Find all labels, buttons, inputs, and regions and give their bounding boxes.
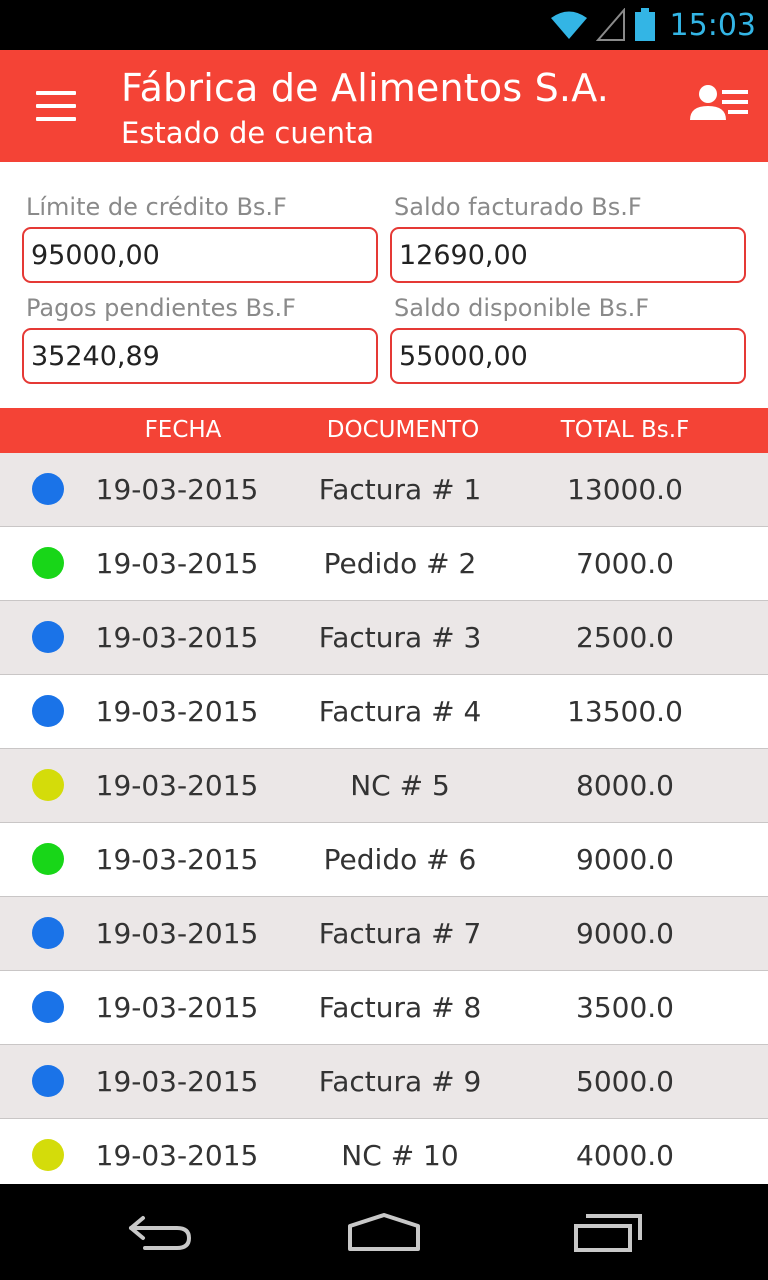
pending-payments-label: Pagos pendientes Bs.F: [26, 294, 296, 322]
row-document: Factura # 8: [318, 991, 482, 1024]
transactions-list[interactable]: 19-03-2015 Factura # 1 13000.0 19-03-201…: [0, 453, 768, 1184]
battery-icon: [634, 8, 655, 41]
table-row[interactable]: 19-03-2015 Factura # 7 9000.0: [0, 897, 768, 971]
recent-apps-icon: [574, 1214, 642, 1252]
status-dot: [32, 621, 64, 653]
column-header-date[interactable]: FECHA: [88, 408, 278, 453]
row-total: 7000.0: [576, 547, 674, 580]
home-icon: [348, 1213, 420, 1251]
row-document: Factura # 1: [318, 473, 482, 506]
status-dot: [32, 1139, 64, 1171]
column-header-document[interactable]: DOCUMENTO: [290, 408, 516, 453]
row-document: Pedido # 6: [323, 843, 477, 876]
back-icon: [129, 1216, 192, 1250]
pending-payments-field[interactable]: 35240,89: [22, 328, 378, 384]
credit-limit-field-group: Límite de crédito Bs.F 95000,00: [22, 187, 378, 283]
status-time: 15:03: [669, 7, 756, 43]
table-row[interactable]: 19-03-2015 Pedido # 2 7000.0: [0, 527, 768, 601]
app-bar: Fábrica de Alimentos S.A. Estado de cuen…: [0, 50, 768, 162]
row-date: 19-03-2015: [95, 843, 259, 876]
app-title: Fábrica de Alimentos S.A.: [121, 66, 610, 110]
profile-button[interactable]: [690, 84, 754, 132]
row-document: Factura # 4: [318, 695, 482, 728]
credit-limit-field[interactable]: 95000,00: [22, 227, 378, 283]
row-document: NC # 10: [341, 1139, 459, 1172]
row-document: Factura # 3: [318, 621, 482, 654]
row-date: 19-03-2015: [95, 695, 259, 728]
billed-balance-field-group: Saldo facturado Bs.F 12690,00: [390, 187, 746, 283]
status-dot: [32, 991, 64, 1023]
status-icons: 15:03: [550, 0, 756, 50]
billed-balance-field[interactable]: 12690,00: [390, 227, 746, 283]
table-row[interactable]: 19-03-2015 Factura # 1 13000.0: [0, 453, 768, 527]
row-date: 19-03-2015: [95, 991, 259, 1024]
row-total: 8000.0: [576, 769, 674, 802]
table-row[interactable]: 19-03-2015 NC # 5 8000.0: [0, 749, 768, 823]
row-date: 19-03-2015: [95, 473, 259, 506]
row-date: 19-03-2015: [95, 1139, 259, 1172]
home-button[interactable]: [336, 1202, 432, 1262]
status-dot: [32, 473, 64, 505]
row-total: 9000.0: [576, 843, 674, 876]
row-document: Factura # 7: [318, 917, 482, 950]
row-date: 19-03-2015: [95, 1065, 259, 1098]
status-bar: 15:03: [0, 0, 768, 50]
row-document: Pedido # 2: [323, 547, 477, 580]
row-date: 19-03-2015: [95, 917, 259, 950]
available-balance-label: Saldo disponible Bs.F: [394, 294, 650, 322]
row-total: 13500.0: [567, 695, 683, 728]
signal-icon: [595, 8, 625, 41]
row-document: Factura # 9: [318, 1065, 482, 1098]
column-header-total[interactable]: TOTAL Bs.F: [510, 408, 740, 453]
menu-button[interactable]: [24, 78, 88, 134]
account-summary: Límite de crédito Bs.F 95000,00 Saldo fa…: [0, 162, 768, 408]
table-row[interactable]: 19-03-2015 Factura # 9 5000.0: [0, 1045, 768, 1119]
row-date: 19-03-2015: [95, 769, 259, 802]
back-button[interactable]: [112, 1202, 208, 1262]
status-dot: [32, 1065, 64, 1097]
available-balance-field[interactable]: 55000,00: [390, 328, 746, 384]
status-dot: [32, 917, 64, 949]
row-total: 13000.0: [567, 473, 683, 506]
table-row[interactable]: 19-03-2015 Pedido # 6 9000.0: [0, 823, 768, 897]
status-dot: [32, 695, 64, 727]
available-balance-field-group: Saldo disponible Bs.F 55000,00: [390, 288, 746, 384]
table-header: FECHA DOCUMENTO TOTAL Bs.F: [0, 408, 768, 453]
table-row[interactable]: 19-03-2015 Factura # 3 2500.0: [0, 601, 768, 675]
row-date: 19-03-2015: [95, 621, 259, 654]
status-dot: [32, 547, 64, 579]
user-list-icon: [690, 85, 748, 120]
system-nav-bar: [0, 1184, 768, 1280]
row-total: 9000.0: [576, 917, 674, 950]
row-document: NC # 5: [350, 769, 450, 802]
row-total: 5000.0: [576, 1065, 674, 1098]
wifi-icon: [550, 11, 587, 39]
row-total: 2500.0: [576, 621, 674, 654]
row-total: 3500.0: [576, 991, 674, 1024]
row-date: 19-03-2015: [95, 547, 259, 580]
table-row[interactable]: 19-03-2015 NC # 10 4000.0: [0, 1119, 768, 1184]
table-row[interactable]: 19-03-2015 Factura # 8 3500.0: [0, 971, 768, 1045]
row-total: 4000.0: [576, 1139, 674, 1172]
recent-apps-button[interactable]: [560, 1202, 656, 1262]
pending-payments-field-group: Pagos pendientes Bs.F 35240,89: [22, 288, 378, 384]
table-row[interactable]: 19-03-2015 Factura # 4 13500.0: [0, 675, 768, 749]
billed-balance-label: Saldo facturado Bs.F: [394, 193, 642, 221]
app-subtitle: Estado de cuenta: [121, 116, 375, 150]
credit-limit-label: Límite de crédito Bs.F: [26, 193, 287, 221]
status-dot: [32, 843, 64, 875]
status-dot: [32, 769, 64, 801]
menu-icon: [36, 91, 76, 121]
